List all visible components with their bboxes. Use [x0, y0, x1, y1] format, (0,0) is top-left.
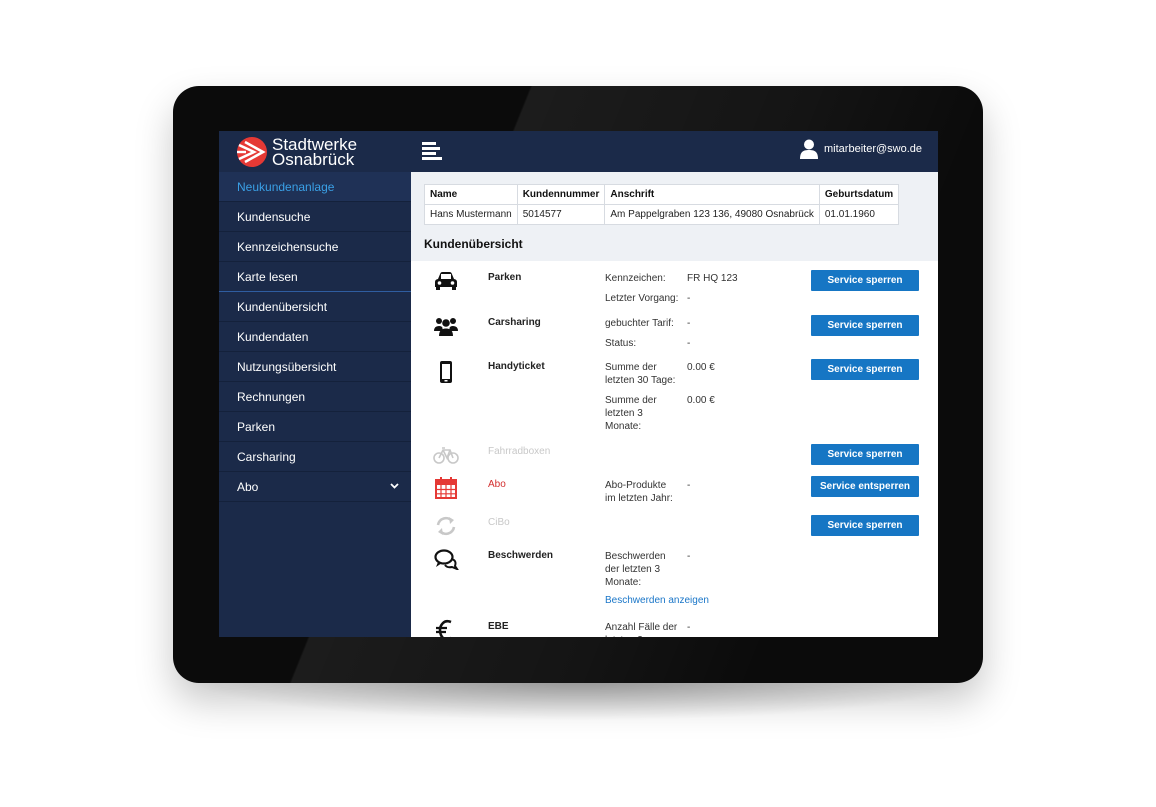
field-value: - [687, 622, 691, 633]
sidebar-item-label: Parken [237, 420, 276, 434]
sidebar-item-rechnungen[interactable]: Rechnungen [219, 382, 411, 412]
sidebar-nav: Neukundenanlage Kundensuche Kennzeichens… [219, 172, 411, 637]
sidebar-item-neukundenanlage[interactable]: Neukundenanlage [219, 172, 411, 202]
service-sperren-button-fahrradboxen[interactable]: Service sperren [811, 444, 919, 465]
sidebar-item-carsharing[interactable]: Carsharing [219, 442, 411, 472]
sidebar-item-label: Kennzeichensuche [237, 240, 339, 254]
sidebar-item-label: Nutzungsübersicht [237, 360, 337, 374]
sidebar-item-kundenuebersicht[interactable]: Kundenübersicht [219, 292, 411, 322]
brand-name: Stadtwerke Osnabrück [272, 136, 357, 169]
service-sperren-button-cibo[interactable]: Service sperren [811, 515, 919, 536]
app-screen: Stadtwerke Osnabrück mitarbeiter@swo.de [219, 131, 938, 637]
column-header-name: Name [424, 184, 518, 205]
sidebar-item-label: Rechnungen [237, 390, 306, 404]
field-value: 0.00 € [687, 395, 715, 406]
users-icon [434, 318, 458, 336]
sidebar-item-kundensuche[interactable]: Kundensuche [219, 202, 411, 232]
field-value: - [687, 551, 691, 562]
sidebar-item-nutzungsuebersicht[interactable]: Nutzungsübersicht [219, 352, 411, 382]
table-header-row: Name Kundennummer Anschrift Geburtsdatum [424, 184, 900, 205]
field-value: - [687, 318, 691, 329]
brand-logo[interactable]: Stadtwerke Osnabrück [236, 136, 357, 168]
column-header-kundennummer: Kundennummer [516, 184, 606, 205]
refresh-icon [436, 516, 456, 536]
bicycle-icon [433, 447, 459, 464]
column-header-geburtsdatum: Geburtsdatum [818, 184, 900, 205]
sidebar-item-label: Karte lesen [237, 270, 298, 284]
calendar-icon [435, 477, 457, 499]
field-value: 0.00 € [687, 362, 715, 373]
user-email: mitarbeiter@swo.de [824, 143, 922, 155]
sidebar-item-kennzeichensuche[interactable]: Kennzeichensuche [219, 232, 411, 262]
sidebar-item-label: Abo [237, 480, 259, 494]
field-value: - [687, 293, 691, 304]
field-value: FR HQ 123 [687, 273, 738, 284]
stadtwerke-logo-icon [237, 137, 267, 167]
field-label: Abo-Produkte im letzten Jahr: [605, 480, 673, 504]
sidebar-item-parken[interactable]: Parken [219, 412, 411, 442]
service-name: Handyticket [488, 361, 545, 372]
field-label: Status: [605, 338, 637, 349]
car-icon [435, 272, 457, 290]
field-label: Kennzeichen: [605, 273, 666, 284]
main-content: Name Kundennummer Anschrift Geburtsdatum… [411, 172, 938, 637]
app-header: Stadtwerke Osnabrück mitarbeiter@swo.de [219, 131, 938, 172]
section-title-kundenuebersicht: Kundenübersicht [424, 237, 523, 251]
cell-geburtsdatum: 01.01.1960 [818, 204, 900, 225]
sidebar-item-karte-lesen[interactable]: Karte lesen [219, 262, 411, 292]
hamburger-menu-icon[interactable] [422, 142, 442, 160]
cell-kundennummer: 5014577 [516, 204, 606, 225]
euro-icon [436, 619, 452, 637]
field-value: - [687, 480, 691, 491]
service-sperren-button-carsharing[interactable]: Service sperren [811, 315, 919, 336]
service-name: Abo [488, 479, 506, 490]
service-name: EBE [488, 621, 509, 632]
sidebar-item-label: Kundenübersicht [237, 300, 328, 314]
service-name: Fahrradboxen [488, 446, 551, 457]
tablet-frame: Stadtwerke Osnabrück mitarbeiter@swo.de [173, 86, 983, 683]
sidebar-item-label: Kundendaten [237, 330, 309, 344]
sidebar-item-label: Carsharing [237, 450, 296, 464]
beschwerden-anzeigen-link[interactable]: Beschwerden anzeigen [605, 595, 709, 606]
service-name: Carsharing [488, 317, 541, 328]
sidebar-item-label: Kundensuche [237, 210, 311, 224]
field-label: Beschwerden der letzten 3 Monate: [605, 551, 666, 588]
field-label: Letzter Vorgang: [605, 293, 679, 304]
sidebar-item-kundendaten[interactable]: Kundendaten [219, 322, 411, 352]
cell-anschrift: Am Pappelgraben 123 136, 49080 Osnabrück [604, 204, 820, 225]
field-value: - [687, 338, 691, 349]
service-entsperren-button-abo[interactable]: Service entsperren [811, 476, 919, 497]
service-name: Parken [488, 272, 522, 283]
brand-line2: Osnabrück [272, 150, 355, 169]
cell-name: Hans Mustermann [424, 204, 518, 225]
sidebar-item-label: Neukundenanlage [237, 180, 335, 194]
field-label: Anzahl Fälle der letzten 3 [605, 622, 678, 637]
sidebar-item-abo[interactable]: Abo [219, 472, 411, 502]
service-name: Beschwerden [488, 550, 554, 561]
field-label: Summe der letzten 30 Tage: [605, 362, 676, 386]
customer-table: Name Kundennummer Anschrift Geburtsdatum… [424, 184, 900, 225]
service-name: CiBo [488, 517, 510, 528]
column-header-anschrift: Anschrift [604, 184, 820, 205]
chat-icon [434, 549, 459, 570]
service-sperren-button-handyticket[interactable]: Service sperren [811, 359, 919, 380]
chevron-down-icon [390, 483, 399, 489]
table-row: Hans Mustermann 5014577 Am Pappelgraben … [424, 204, 900, 225]
service-sperren-button-parken[interactable]: Service sperren [811, 270, 919, 291]
field-label: Summe der letzten 3 Monate: [605, 395, 657, 432]
user-menu[interactable]: mitarbeiter@swo.de [800, 139, 922, 159]
field-label: gebuchter Tarif: [605, 318, 674, 329]
user-icon [800, 139, 819, 159]
smartphone-icon [440, 361, 452, 383]
